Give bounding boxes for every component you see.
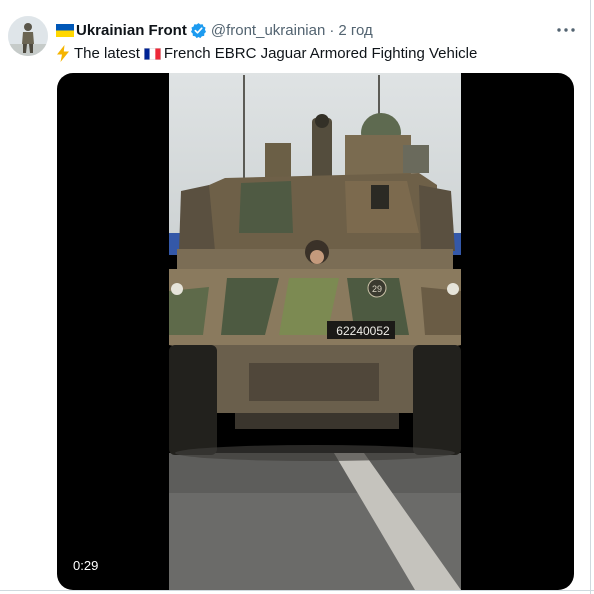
avatar[interactable]	[8, 16, 48, 56]
hull-marking: 29	[372, 284, 382, 294]
video-player[interactable]: 29 62240052 0:29	[57, 73, 574, 590]
panel-border-right	[590, 0, 591, 594]
timestamp-link[interactable]: 2 год	[338, 22, 372, 39]
tweet-text: The latest French EBRC Jaguar Armored Fi…	[56, 43, 477, 63]
license-plate-number: 62240052	[336, 324, 390, 338]
video-duration: 0:29	[67, 557, 105, 574]
more-options-icon	[557, 28, 575, 32]
more-options-button[interactable]	[556, 20, 576, 40]
video-frame[interactable]: 29 62240052	[169, 73, 461, 590]
header-separator: ·	[329, 21, 335, 39]
france-flag-icon	[143, 47, 161, 60]
lightning-bolt-icon	[56, 44, 70, 62]
tweet-text-part2: French EBRC Jaguar Armored Fighting Vehi…	[163, 44, 478, 62]
author-handle[interactable]: @front_ukrainian	[211, 22, 325, 39]
panel-border-bottom	[0, 590, 594, 591]
tweet-header: Ukrainian Front @front_ukrainian · 2 год	[56, 20, 373, 40]
tweet-text-part1: The latest	[74, 44, 140, 62]
ukraine-flag-icon	[56, 23, 74, 37]
author-name[interactable]: Ukrainian Front	[76, 22, 187, 39]
verified-badge-icon	[190, 22, 207, 39]
